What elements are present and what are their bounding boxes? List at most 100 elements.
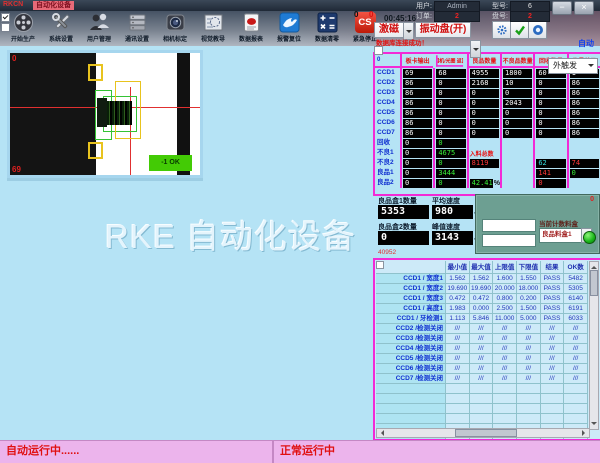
- alarm-reset-button[interactable]: 报警复位: [270, 11, 308, 47]
- scroll-right-arrow[interactable]: [582, 430, 588, 436]
- results-empty-cell: [564, 394, 588, 404]
- settings-small-button[interactable]: [492, 21, 511, 39]
- results-cell: 0.200: [517, 294, 541, 304]
- monitor-cell: 0: [433, 178, 466, 188]
- monitor-value-box: 4675: [436, 149, 465, 158]
- monitor-row-label: CCD2: [375, 78, 400, 88]
- monitor-cell: 0: [400, 178, 433, 188]
- comm-settings-button[interactable]: 通讯设置: [118, 11, 156, 47]
- scroll-left-arrow[interactable]: [378, 430, 384, 436]
- results-cell: 1.600: [493, 274, 517, 284]
- results-header: 下限值: [517, 261, 541, 274]
- monitor-value-box: 86: [570, 129, 599, 138]
- scroll-up-arrow[interactable]: [591, 263, 597, 269]
- calculator-icon: [317, 12, 338, 33]
- results-cell: 1.113: [446, 314, 470, 324]
- monitor-corner-value: 0: [375, 54, 400, 68]
- results-cell: ///: [493, 324, 517, 334]
- camera-dark-region: [10, 53, 96, 175]
- lot-value: 2: [510, 11, 550, 22]
- monitor-cell: 3444: [433, 168, 466, 178]
- monitor-row-label: CCD7: [375, 128, 400, 138]
- vertical-scroll-thumb[interactable]: [590, 270, 598, 296]
- results-empty-cell: [446, 414, 470, 424]
- system-settings-button[interactable]: 系统设置: [42, 11, 80, 47]
- magnetize-button[interactable]: 激磁: [374, 22, 404, 38]
- monitor-cell: 69: [400, 68, 433, 78]
- monitor-cell: 0: [433, 108, 466, 118]
- user-management-button[interactable]: 用户管理: [80, 11, 118, 47]
- results-cell: 1.562: [470, 274, 494, 284]
- monitor-value-box: 0: [403, 139, 432, 148]
- results-cell: ///: [446, 334, 470, 344]
- results-cell: 6033: [564, 314, 588, 324]
- monitor-value-box: 86: [570, 119, 599, 128]
- results-row-label: CCD6 /检测关闭: [376, 364, 446, 374]
- monitor-cell: 0: [500, 128, 533, 138]
- camera-enable-checkbox[interactable]: [1, 13, 10, 22]
- data-report-button[interactable]: 数据报表: [232, 11, 270, 47]
- monitor-value-box: 0: [536, 89, 565, 98]
- monitor-cell: 0: [467, 128, 500, 138]
- results-empty-cell: [446, 384, 470, 394]
- monitor-cell: 68: [433, 68, 466, 78]
- monitor-value-box: 0: [503, 89, 532, 98]
- close-button[interactable]: ×: [574, 1, 594, 15]
- avg-speed-value: 980: [432, 205, 473, 219]
- monitor-value-box: 0: [536, 119, 565, 128]
- vision-teaching-button[interactable]: 视觉教导: [194, 11, 232, 47]
- monitor-cell: 86: [567, 108, 600, 118]
- results-cell: ///: [446, 344, 470, 354]
- monitor-row-label: 不良2: [375, 158, 400, 168]
- current-tray-select[interactable]: 良品料盒1: [539, 228, 585, 243]
- monitor-value-box: 86: [403, 109, 432, 118]
- app-title: RKCN: [3, 1, 23, 8]
- horizontal-scroll-thumb[interactable]: [455, 429, 517, 437]
- monitor-cell: 0: [433, 88, 466, 98]
- monitor-value-box: 86: [570, 79, 599, 88]
- results-cell: PASS: [541, 294, 565, 304]
- camera-option-checkbox[interactable]: [1, 23, 10, 32]
- confirm-small-button[interactable]: [510, 21, 529, 39]
- results-vertical-scrollbar[interactable]: [589, 261, 599, 430]
- trigger-mode-select[interactable]: 外触发: [548, 58, 598, 74]
- camera-view: 0 69 -1 OK: [7, 50, 203, 178]
- roi-yellow-bottom: [88, 142, 103, 159]
- monitor-cell: 0: [467, 108, 500, 118]
- monitor-cell: 62: [533, 158, 566, 168]
- results-empty-cell: [517, 414, 541, 424]
- monitor-cell: [467, 168, 500, 178]
- current-tray-label: 当前计数料盒: [539, 218, 578, 228]
- tray-input-1[interactable]: [482, 219, 536, 232]
- results-cell: 1.550: [517, 274, 541, 284]
- monitor-row-label: CCD4: [375, 98, 400, 108]
- monitor-value-box: 0: [536, 109, 565, 118]
- user-label: 用户:: [406, 1, 432, 11]
- results-row-label: CCD2 /检测关闭: [376, 324, 446, 334]
- results-horizontal-scrollbar[interactable]: [376, 428, 590, 438]
- info-icon: [532, 24, 544, 36]
- minimize-button[interactable]: −: [552, 1, 572, 15]
- app-window: RKCN 自动化设备 − × 开始生产 系统设置: [0, 0, 600, 463]
- results-corner-checkbox[interactable]: [376, 261, 384, 269]
- monitor-cell: 0: [400, 158, 433, 168]
- vibration-dropdown[interactable]: [470, 40, 481, 58]
- results-cell: ///: [564, 324, 588, 334]
- results-cell: ///: [564, 364, 588, 374]
- data-clear-button[interactable]: 数据清零: [308, 11, 346, 47]
- info-small-button[interactable]: [528, 21, 547, 39]
- results-row-label: CCD1 / 宽度2: [376, 284, 446, 294]
- monitor-row-label: CCD5: [375, 108, 400, 118]
- users-icon: [89, 12, 110, 33]
- results-cell: PASS: [541, 314, 565, 324]
- monitor-cell: 86: [400, 88, 433, 98]
- camera-calibration-button[interactable]: 相机标定: [156, 11, 194, 47]
- peak-speed-value: 3143: [432, 231, 473, 245]
- scroll-down-arrow[interactable]: [591, 422, 597, 428]
- tray-input-2[interactable]: [482, 234, 536, 247]
- vibration-plate-button[interactable]: 振动盘(开): [415, 22, 471, 38]
- results-cell: ///: [493, 364, 517, 374]
- monitor-corner-checkbox[interactable]: [374, 46, 383, 55]
- inspection-result-flag: -1 OK: [149, 155, 193, 171]
- monitor-cell: 0: [433, 98, 466, 108]
